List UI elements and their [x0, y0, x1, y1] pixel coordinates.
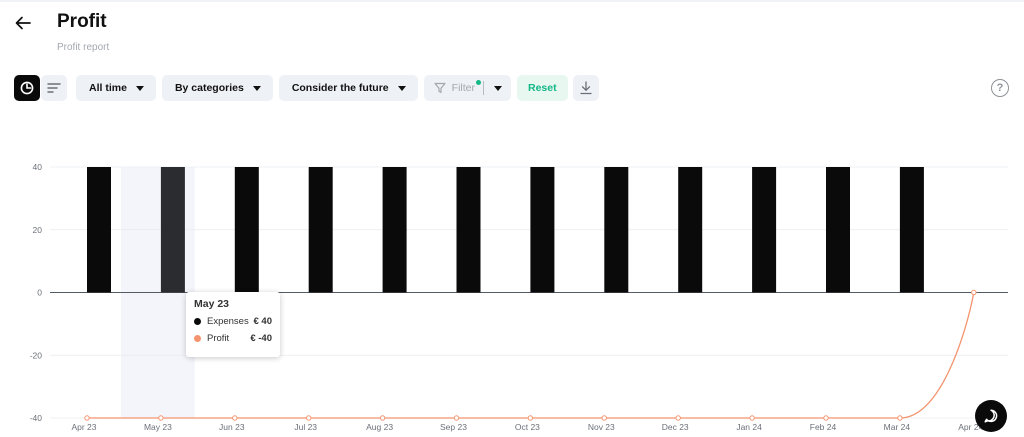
grouping-dropdown-label: By categories	[174, 82, 244, 94]
profit-point	[675, 415, 681, 421]
y-tick-label: 40	[33, 162, 43, 172]
grouping-dropdown[interactable]: By categories	[161, 75, 273, 101]
page-title: Profit	[57, 11, 107, 32]
profit-legend-dot	[194, 335, 201, 342]
filter-dropdown-toggle[interactable]	[484, 85, 511, 91]
profit-point	[897, 415, 903, 421]
download-button[interactable]	[572, 75, 599, 101]
x-tick-label: Feb 24	[810, 422, 837, 432]
y-tick-label: 0	[37, 288, 42, 298]
profit-point	[749, 415, 755, 421]
profit-chart: 40 20 0 -20 -40 Apr 23 May 23 Jun 23 Jul 23 Aug 2…	[30, 162, 1008, 432]
x-tick-label: Jun 23	[219, 422, 245, 432]
arrow-left-icon	[15, 16, 31, 30]
help-button[interactable]: ?	[991, 79, 1009, 97]
y-tick-label: 20	[33, 225, 43, 235]
filter-control: Filter	[423, 75, 511, 101]
tooltip-row-value: € -40	[250, 333, 272, 344]
x-tick-label: Jul 23	[294, 422, 317, 432]
expenses-bar	[678, 167, 703, 293]
x-tick-label: May 23	[144, 422, 172, 432]
expenses-bar	[160, 167, 185, 293]
x-tick-label: Aug 23	[366, 422, 393, 432]
page-subtitle: Profit report	[57, 42, 110, 53]
chevron-down-icon	[252, 85, 261, 91]
x-tick-label: Nov 23	[588, 422, 615, 432]
expenses-bar	[87, 167, 111, 293]
x-tick-label: Mar 24	[884, 422, 911, 432]
future-dropdown-label: Consider the future	[291, 82, 389, 94]
y-tick-label: -40	[30, 413, 43, 423]
chevron-down-icon	[494, 85, 502, 91]
tooltip-row-expenses: Expenses € 40	[194, 316, 272, 327]
profit-point	[158, 415, 164, 421]
filter-active-dot	[476, 80, 481, 85]
expenses-bar	[826, 167, 850, 293]
x-tick-label: Jan 24	[736, 422, 762, 432]
profit-point	[306, 415, 312, 421]
pie-chart-icon	[20, 81, 34, 95]
hover-band	[120, 167, 195, 418]
list-view-button[interactable]	[41, 75, 67, 101]
expenses-bar	[382, 167, 407, 293]
expenses-bar	[899, 167, 924, 293]
profit-point	[527, 415, 534, 421]
expenses-bar	[604, 167, 629, 293]
profit-point	[232, 415, 238, 421]
expenses-bar	[308, 167, 333, 293]
x-tick-label: Apr 23	[71, 422, 96, 432]
tooltip-row-label: Profit	[207, 333, 230, 344]
download-icon	[579, 81, 592, 95]
toolbar: All time By categories Consider the futu…	[14, 75, 599, 101]
expenses-bar	[752, 167, 777, 293]
chart-view-button[interactable]	[14, 75, 40, 101]
back-button[interactable]	[12, 12, 34, 34]
chat-button[interactable]	[975, 400, 1007, 432]
future-dropdown[interactable]: Consider the future	[278, 75, 418, 101]
expenses-bar	[530, 167, 555, 293]
y-tick-label: -20	[30, 350, 43, 360]
chart-tooltip: May 23 Expenses € 40 Profit € -40	[186, 292, 280, 357]
period-dropdown-label: All time	[89, 82, 127, 94]
chat-bubble-icon	[984, 409, 998, 423]
tooltip-title: May 23	[194, 298, 230, 310]
expenses-bar	[456, 167, 481, 293]
profit-point	[823, 415, 829, 421]
profit-point	[84, 415, 90, 421]
x-tick-label: Sep 23	[440, 422, 467, 432]
funnel-icon	[434, 82, 446, 94]
profit-point	[453, 415, 460, 421]
profit-point	[601, 415, 607, 421]
filter-label: Filter	[451, 82, 475, 94]
expenses-bar	[234, 167, 259, 293]
chevron-down-icon	[135, 85, 144, 91]
tooltip-row-label: Expenses	[207, 316, 249, 327]
profit-point	[379, 415, 386, 421]
expenses-legend-dot	[194, 318, 201, 325]
chevron-down-icon	[397, 85, 406, 91]
list-sort-icon	[47, 83, 61, 93]
tooltip-row-profit: Profit € -40	[194, 333, 272, 344]
filter-button[interactable]: Filter	[424, 80, 483, 94]
profit-point	[971, 289, 977, 296]
x-tick-label: Oct 23	[515, 422, 540, 432]
tooltip-row-value: € 40	[253, 316, 273, 327]
view-switcher	[14, 75, 67, 101]
reset-button[interactable]: Reset	[517, 75, 568, 101]
top-divider	[0, 0, 1024, 2]
period-dropdown[interactable]: All time	[76, 75, 156, 101]
x-tick-label: Dec 23	[662, 422, 689, 432]
